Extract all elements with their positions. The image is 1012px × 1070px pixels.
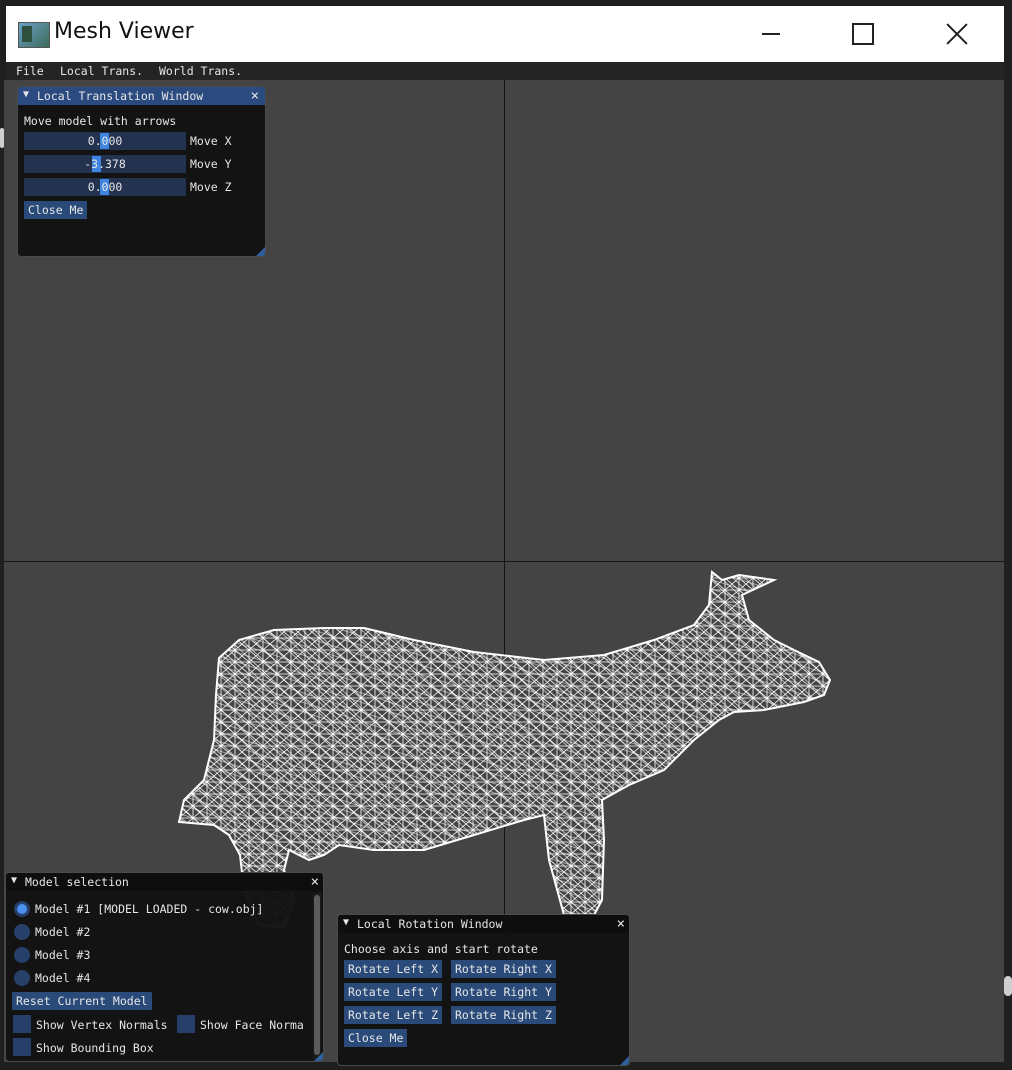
vertex-normals-label: Show Vertex Normals <box>36 1018 168 1032</box>
slider-value: 0.000 <box>87 134 123 148</box>
edge-fragment-left <box>0 128 4 148</box>
close-icon[interactable]: × <box>251 87 259 105</box>
face-normals-label: Show Face Norma <box>200 1018 304 1032</box>
face-normals-checkbox[interactable] <box>177 1015 195 1033</box>
model-selection-window[interactable]: ▼ Model selection × Model #1 [MODEL LOAD… <box>5 872 324 1062</box>
close-icon[interactable]: × <box>311 873 319 891</box>
slider-value: 0.000 <box>87 180 123 194</box>
close-me-button[interactable]: Close Me <box>344 1029 408 1047</box>
close-me-button[interactable]: Close Me <box>24 201 88 219</box>
model-window-title: Model selection <box>25 875 129 889</box>
slider-value: -3.378 <box>84 157 126 171</box>
model-1-label: Model #1 [MODEL LOADED - cow.obj] <box>35 902 264 916</box>
collapse-triangle-icon[interactable]: ▼ <box>343 917 349 928</box>
move-x-slider[interactable]: 0.000 <box>24 132 186 150</box>
move-x-label: Move X <box>190 134 232 148</box>
move-y-slider[interactable]: -3.378 <box>24 155 186 173</box>
resize-grip[interactable] <box>620 1056 629 1065</box>
rotation-hint: Choose axis and start rotate <box>344 942 538 956</box>
collapse-triangle-icon[interactable]: ▼ <box>11 875 17 886</box>
minimize-icon <box>762 33 780 35</box>
rotation-window-titlebar[interactable]: ▼ Local Rotation Window × <box>338 915 629 933</box>
model-4-label: Model #4 <box>35 971 91 985</box>
scrollbar-thumb[interactable] <box>314 895 320 1055</box>
rotate-right-y-button[interactable]: Rotate Right Y <box>451 983 556 1001</box>
window-title: Mesh Viewer <box>54 19 194 44</box>
rotate-left-z-button[interactable]: Rotate Left Z <box>344 1006 443 1024</box>
menu-bar: File Local Trans. World Trans. <box>6 62 1004 80</box>
bounding-box-checkbox[interactable] <box>13 1038 31 1056</box>
close-window-button[interactable] <box>912 6 1002 62</box>
model-3-label: Model #3 <box>35 948 91 962</box>
rotate-left-x-button[interactable]: Rotate Left X <box>344 960 443 978</box>
model-2-radio[interactable] <box>14 924 30 940</box>
close-icon <box>946 23 968 45</box>
move-z-slider[interactable]: 0.000 <box>24 178 186 196</box>
maximize-button[interactable] <box>818 6 908 62</box>
model-1-radio[interactable] <box>14 901 30 917</box>
translation-window-title: Local Translation Window <box>37 89 204 103</box>
bounding-box-label: Show Bounding Box <box>36 1041 154 1055</box>
model-4-radio[interactable] <box>14 970 30 986</box>
rotation-window-title: Local Rotation Window <box>357 917 503 931</box>
model-window-titlebar[interactable]: ▼ Model selection × <box>6 873 323 891</box>
rotate-left-y-button[interactable]: Rotate Left Y <box>344 983 443 1001</box>
vertex-normals-checkbox[interactable] <box>13 1015 31 1033</box>
menu-world-trans[interactable]: World Trans. <box>159 64 242 78</box>
model-window-scrollbar[interactable] <box>313 893 321 1059</box>
move-z-label: Move Z <box>190 180 232 194</box>
rotate-right-x-button[interactable]: Rotate Right X <box>451 960 556 978</box>
close-icon[interactable]: × <box>617 915 625 933</box>
resize-grip[interactable] <box>256 247 265 256</box>
move-y-label: Move Y <box>190 157 232 171</box>
translation-hint: Move model with arrows <box>24 114 177 128</box>
resize-grip[interactable] <box>314 1052 323 1061</box>
model-2-label: Model #2 <box>35 925 91 939</box>
edge-fragment-right <box>1004 976 1012 996</box>
maximize-icon <box>852 23 874 45</box>
translation-window-titlebar[interactable]: ▼ Local Translation Window × <box>18 87 265 105</box>
title-bar: Mesh Viewer <box>6 6 1004 62</box>
menu-local-trans[interactable]: Local Trans. <box>60 64 143 78</box>
collapse-triangle-icon[interactable]: ▼ <box>23 89 29 100</box>
local-rotation-window[interactable]: ▼ Local Rotation Window × Choose axis an… <box>337 914 630 1066</box>
minimize-button[interactable] <box>726 6 816 62</box>
model-3-radio[interactable] <box>14 947 30 963</box>
menu-file[interactable]: File <box>16 64 44 78</box>
rotate-right-z-button[interactable]: Rotate Right Z <box>451 1006 556 1024</box>
reset-current-model-button[interactable]: Reset Current Model <box>12 992 152 1010</box>
app-icon <box>18 22 50 48</box>
local-translation-window[interactable]: ▼ Local Translation Window × Move model … <box>17 86 266 257</box>
